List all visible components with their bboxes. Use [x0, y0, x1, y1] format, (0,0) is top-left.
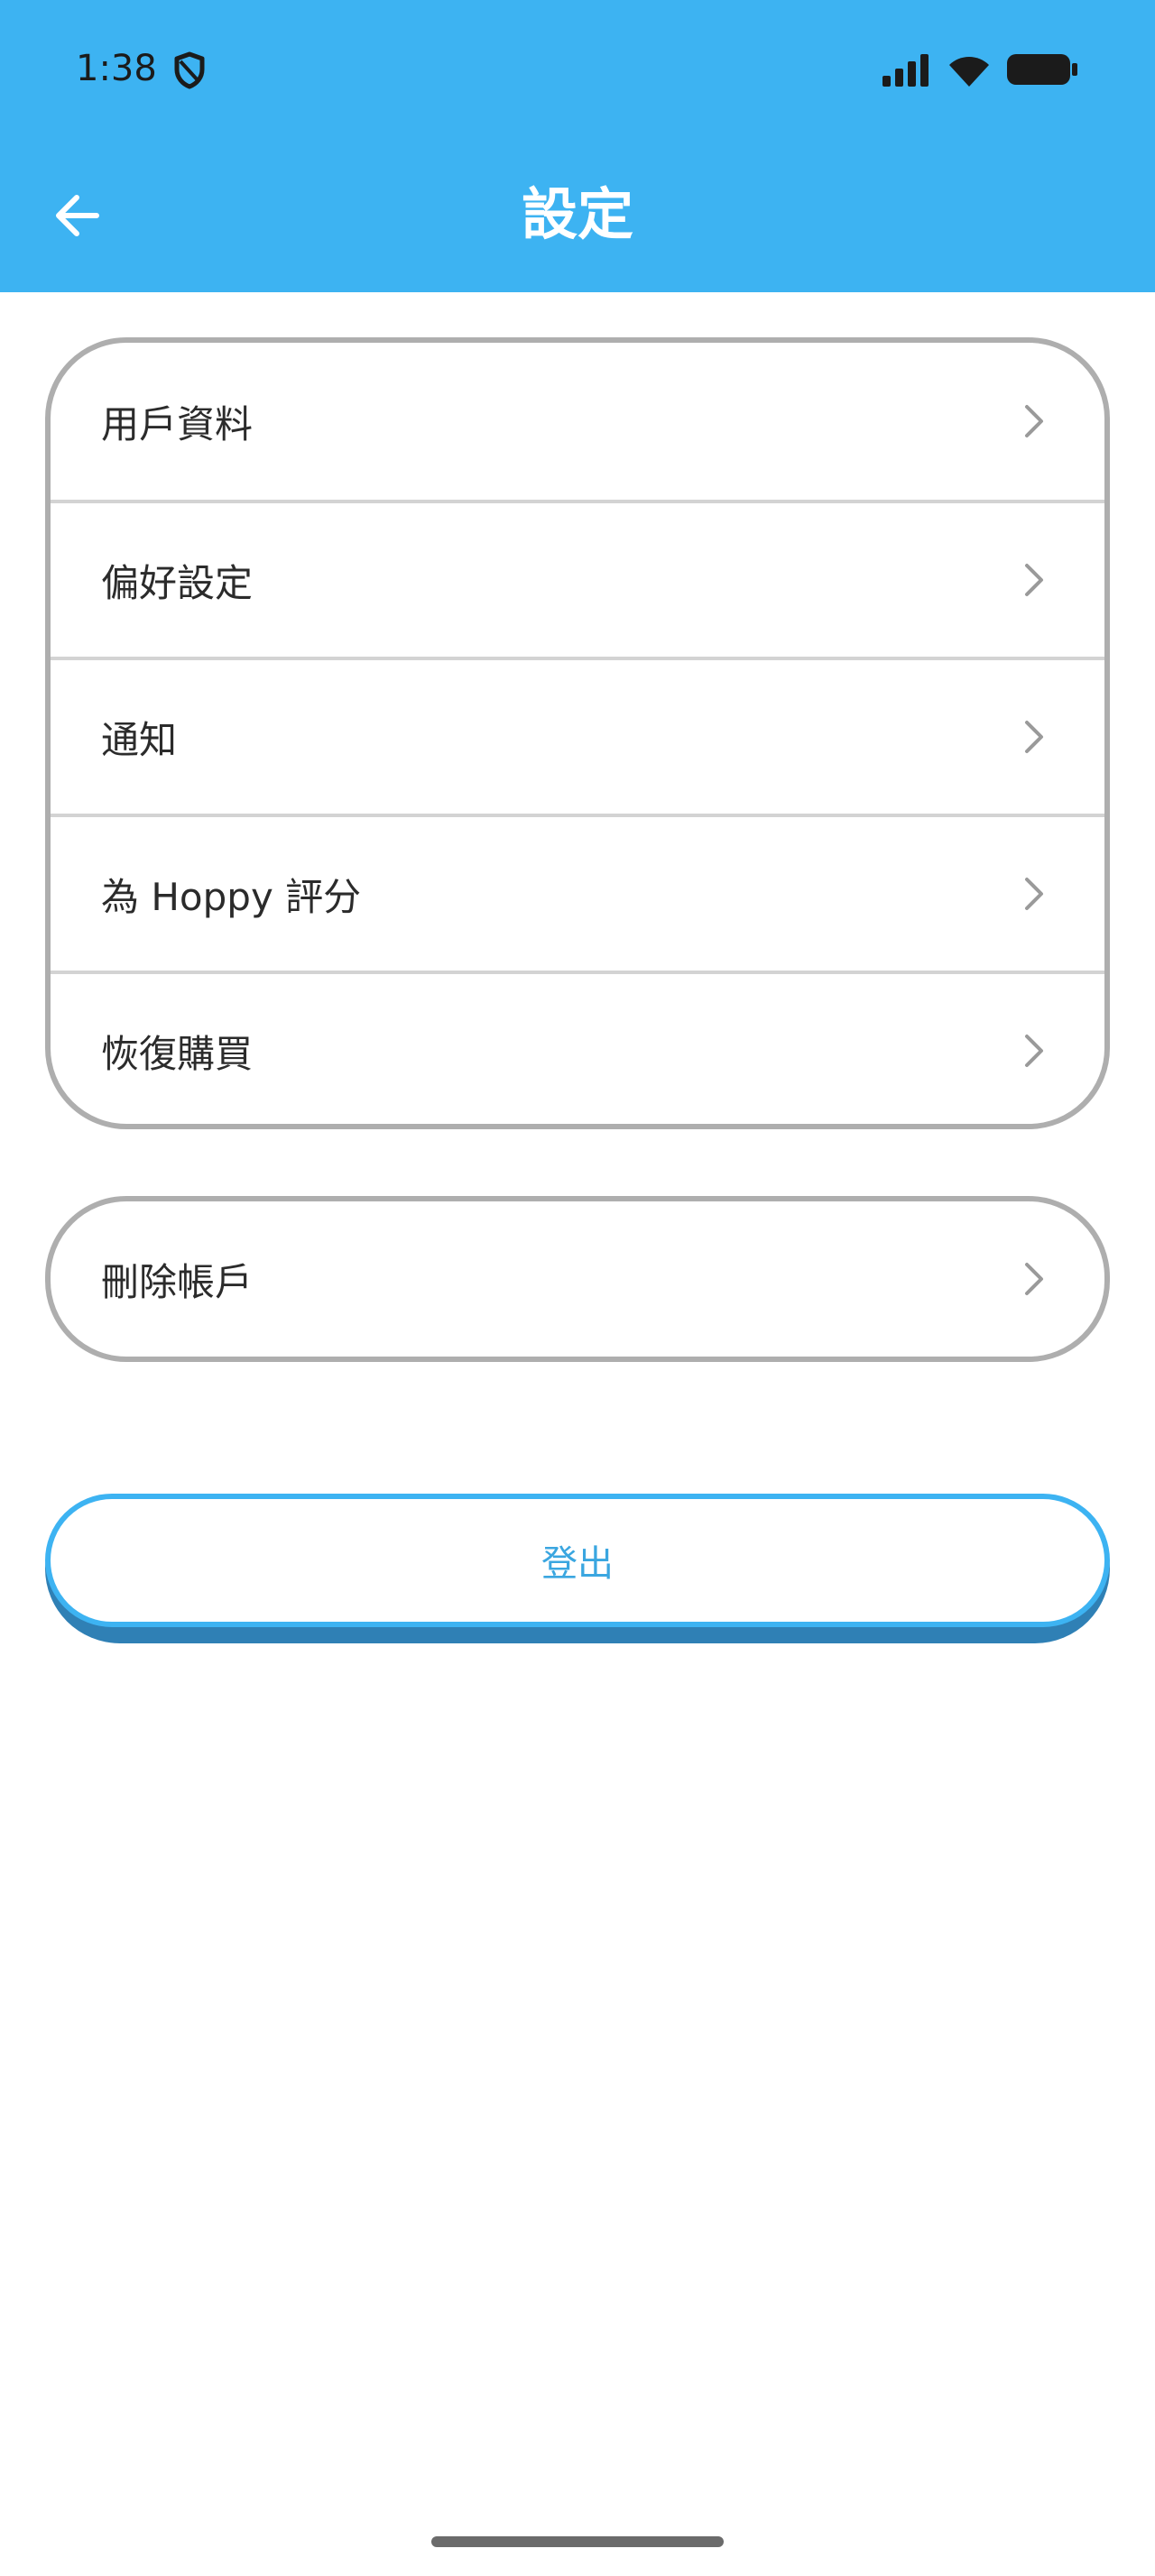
logout-button[interactable]: 登出 — [45, 1494, 1110, 1643]
chevron-right-icon — [1025, 1035, 1043, 1067]
battery-icon — [1007, 54, 1077, 85]
menu-item-label: 用戶資料 — [101, 401, 254, 446]
menu-item-label: 恢復購買 — [101, 1031, 254, 1076]
chevron-right-icon — [1025, 878, 1043, 910]
menu-item-notifications[interactable]: 通知 — [51, 657, 1104, 814]
page-title: 設定 — [521, 181, 633, 247]
logout-label: 登出 — [541, 1543, 614, 1585]
app-header: 1:38 設定 — [0, 0, 1155, 292]
menu-item-preferences[interactable]: 偏好設定 — [51, 500, 1104, 657]
menu-item-label: 偏好設定 — [101, 560, 254, 605]
menu-item-delete-account[interactable]: 刪除帳戶 — [51, 1201, 1104, 1357]
menu-item-rate-app[interactable]: 為 Hoppy 評分 — [51, 814, 1104, 971]
menu-item-restore-purchases[interactable]: 恢復購買 — [51, 971, 1104, 1124]
chevron-right-icon — [1025, 721, 1043, 753]
logout-button-face: 登出 — [45, 1494, 1110, 1627]
chevron-right-icon — [1025, 1263, 1043, 1295]
menu-item-label: 刪除帳戶 — [101, 1259, 254, 1304]
chevron-right-icon — [1025, 405, 1043, 437]
account-menu-card: 刪除帳戶 — [45, 1196, 1110, 1362]
settings-menu-card: 用戶資料 偏好設定 通知 為 Hoppy 評分 恢復購買 — [45, 337, 1110, 1129]
wifi-icon — [949, 57, 989, 87]
menu-item-label: 為 Hoppy 評分 — [101, 874, 362, 919]
status-time: 1:38 — [76, 48, 157, 89]
menu-item-label: 通知 — [101, 717, 178, 762]
chevron-right-icon — [1025, 564, 1043, 596]
shield-icon — [174, 51, 205, 89]
menu-item-user-profile[interactable]: 用戶資料 — [51, 343, 1104, 500]
cellular-signal-icon — [882, 54, 929, 87]
home-indicator[interactable] — [431, 2536, 724, 2547]
